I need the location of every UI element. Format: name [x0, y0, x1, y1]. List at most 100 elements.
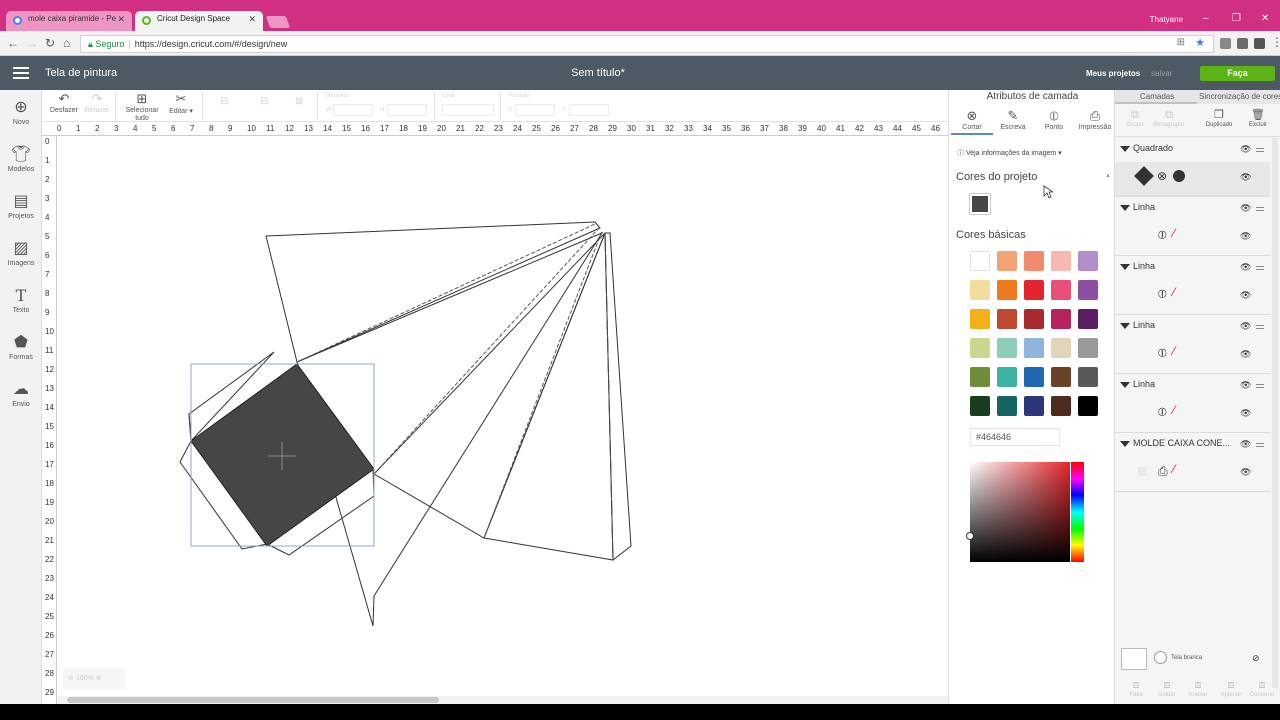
- eye-icon[interactable]: 👁︎: [1240, 262, 1251, 273]
- y-input[interactable]: [569, 104, 609, 116]
- drag-handle-icon[interactable]: [1256, 384, 1264, 390]
- color-swatch[interactable]: [1051, 338, 1071, 358]
- canvas-color-box[interactable]: [1121, 648, 1147, 670]
- color-swatch[interactable]: [1078, 251, 1098, 271]
- sidebar-item-text[interactable]: T Texto: [0, 286, 42, 314]
- back-icon[interactable]: ←: [7, 36, 19, 50]
- weld-button[interactable]: ⧈ Soldar: [1152, 679, 1182, 698]
- color-swatch[interactable]: [970, 396, 990, 416]
- tab-layers[interactable]: Camadas: [1140, 92, 1174, 101]
- my-projects-link[interactable]: Meus projetos: [1086, 69, 1140, 78]
- eye-icon[interactable]: 👁︎: [1240, 380, 1251, 391]
- design-canvas[interactable]: ⊖ 100% ⊕: [57, 136, 948, 704]
- layer-row[interactable]: ⦶ ⁄ 👁︎: [1115, 398, 1270, 432]
- project-color-swatch[interactable]: [969, 193, 991, 215]
- color-swatch[interactable]: [1078, 280, 1098, 300]
- layer-group-header[interactable]: Linha 👁︎: [1115, 315, 1270, 339]
- template-face[interactable]: [373, 232, 606, 539]
- new-tab-button[interactable]: [265, 16, 291, 28]
- eye-icon[interactable]: 👁︎: [1240, 144, 1251, 155]
- undo-button[interactable]: ↶ Desfazer: [48, 90, 80, 114]
- image-info-link[interactable]: ⓘ Veja informações da imagem ▾: [957, 148, 1062, 158]
- browser-tab-search[interactable]: mole caixa piramide - Pe ✕: [6, 11, 132, 31]
- color-swatch[interactable]: [970, 309, 990, 329]
- eye-icon[interactable]: 👁︎: [1240, 467, 1251, 478]
- horizontal-scrollbar[interactable]: [57, 696, 948, 704]
- select-all-button[interactable]: ⊞ Selecionar tudo: [122, 90, 162, 123]
- sidebar-item-shapes[interactable]: ⬟ Formas: [0, 333, 42, 361]
- flatten-button[interactable]: ⧈ Aplanar: [1216, 679, 1246, 698]
- collapse-triangle-icon[interactable]: [1120, 264, 1130, 270]
- profile-name[interactable]: Thatyane: [1150, 15, 1183, 24]
- color-picker-field[interactable]: [966, 462, 1070, 562]
- sidebar-item-projects[interactable]: ▤ Projetos: [0, 192, 42, 220]
- zoom-control[interactable]: ⊖ 100% ⊕: [63, 668, 125, 690]
- color-swatch[interactable]: [970, 251, 990, 271]
- color-swatch[interactable]: [1078, 396, 1098, 416]
- layer-group-header[interactable]: Linha 👁︎: [1115, 197, 1270, 221]
- layer-row[interactable]: ⦶ ⁄ 👁︎: [1115, 339, 1270, 373]
- layer-row[interactable]: ⊗ 👁︎: [1115, 162, 1270, 196]
- color-swatch[interactable]: [970, 280, 990, 300]
- layer-group[interactable]: Linha 👁︎ ⦶ ⁄ 👁︎: [1115, 197, 1270, 256]
- sidebar-item-templates[interactable]: 👕︎ Modelos: [0, 145, 42, 173]
- zoom-in-icon[interactable]: ⊕: [96, 675, 102, 682]
- arrange-icon[interactable]: ⊟: [260, 96, 268, 107]
- color-swatch[interactable]: [1024, 367, 1044, 387]
- rotate-input[interactable]: [442, 104, 494, 116]
- color-swatch[interactable]: [997, 338, 1017, 358]
- scroll-up-icon[interactable]: ▲: [1105, 173, 1111, 179]
- color-swatch[interactable]: [970, 367, 990, 387]
- edit-menu[interactable]: ✂ Editar ▾: [164, 90, 198, 115]
- save-button[interactable]: salvar: [1151, 69, 1172, 78]
- width-input[interactable]: [333, 104, 373, 116]
- canvas-color-toggle[interactable]: [1154, 651, 1167, 664]
- color-swatch[interactable]: [1024, 309, 1044, 329]
- drag-handle-icon[interactable]: [1256, 207, 1264, 213]
- layer-group-header[interactable]: Quadrado 👁︎: [1115, 138, 1270, 162]
- color-swatch[interactable]: [1051, 396, 1071, 416]
- color-swatch[interactable]: [997, 280, 1017, 300]
- color-swatch[interactable]: [1051, 280, 1071, 300]
- duplicate-button[interactable]: ❐ Duplicado: [1203, 108, 1235, 128]
- tab-color-sync[interactable]: Sincronização de cores: [1199, 92, 1280, 101]
- tab-write[interactable]: ✎ Escreva: [992, 108, 1034, 131]
- close-icon[interactable]: ✕: [117, 14, 125, 25]
- score-line[interactable]: [296, 223, 596, 363]
- attributes-scrollbar[interactable]: ▲: [1105, 168, 1113, 698]
- x-input[interactable]: [515, 104, 555, 116]
- color-swatch[interactable]: [1078, 338, 1098, 358]
- sidebar-item-new[interactable]: ⊕ Novo: [0, 98, 42, 126]
- layer-group-header[interactable]: Linha 👁︎: [1115, 374, 1270, 398]
- color-swatch[interactable]: [997, 309, 1017, 329]
- sidebar-item-images[interactable]: ▨ Imagens: [0, 239, 42, 267]
- height-input[interactable]: [387, 104, 427, 116]
- slice-button[interactable]: ⧈ Fatia: [1121, 679, 1151, 698]
- collapse-triangle-icon[interactable]: [1120, 323, 1130, 329]
- eye-icon[interactable]: 👁︎: [1240, 408, 1251, 419]
- layer-group-header[interactable]: MOLDE CAIXA CONE... 👁︎: [1115, 433, 1270, 457]
- layer-group-header[interactable]: Linha 👁︎: [1115, 256, 1270, 280]
- eye-icon[interactable]: 👁︎: [1240, 439, 1251, 450]
- collapse-triangle-icon[interactable]: [1120, 382, 1130, 388]
- drag-handle-icon[interactable]: [1256, 325, 1264, 331]
- layer-group[interactable]: MOLDE CAIXA CONE... 👁︎ ▨ ⎙ ⁄ 👁︎: [1115, 433, 1270, 492]
- layer-row[interactable]: ⦶ ⁄ 👁︎: [1115, 280, 1270, 314]
- minimize-icon[interactable]: –: [1203, 13, 1209, 24]
- canvas-drawing[interactable]: [57, 136, 948, 704]
- color-swatch[interactable]: [997, 367, 1017, 387]
- make-button[interactable]: Faça: [1200, 66, 1275, 81]
- sidebar-item-upload[interactable]: ☁ Envio: [0, 380, 42, 408]
- ungroup-button[interactable]: ⧉ Desagrupar: [1153, 108, 1185, 128]
- forward-icon[interactable]: →: [26, 36, 38, 50]
- star-icon[interactable]: ★: [1195, 36, 1205, 49]
- color-swatch[interactable]: [997, 396, 1017, 416]
- score-line[interactable]: [604, 232, 614, 561]
- translate-icon[interactable]: ⊞: [1177, 37, 1185, 48]
- more-menu-icon[interactable]: ⋮: [1271, 35, 1280, 49]
- tab-print[interactable]: ⎙ Impressão: [1074, 108, 1116, 131]
- color-swatch[interactable]: [1024, 251, 1044, 271]
- eye-icon[interactable]: 👁︎: [1240, 172, 1251, 183]
- group-button[interactable]: ⧉ Grupo: [1119, 108, 1151, 128]
- score-line[interactable]: [373, 227, 600, 475]
